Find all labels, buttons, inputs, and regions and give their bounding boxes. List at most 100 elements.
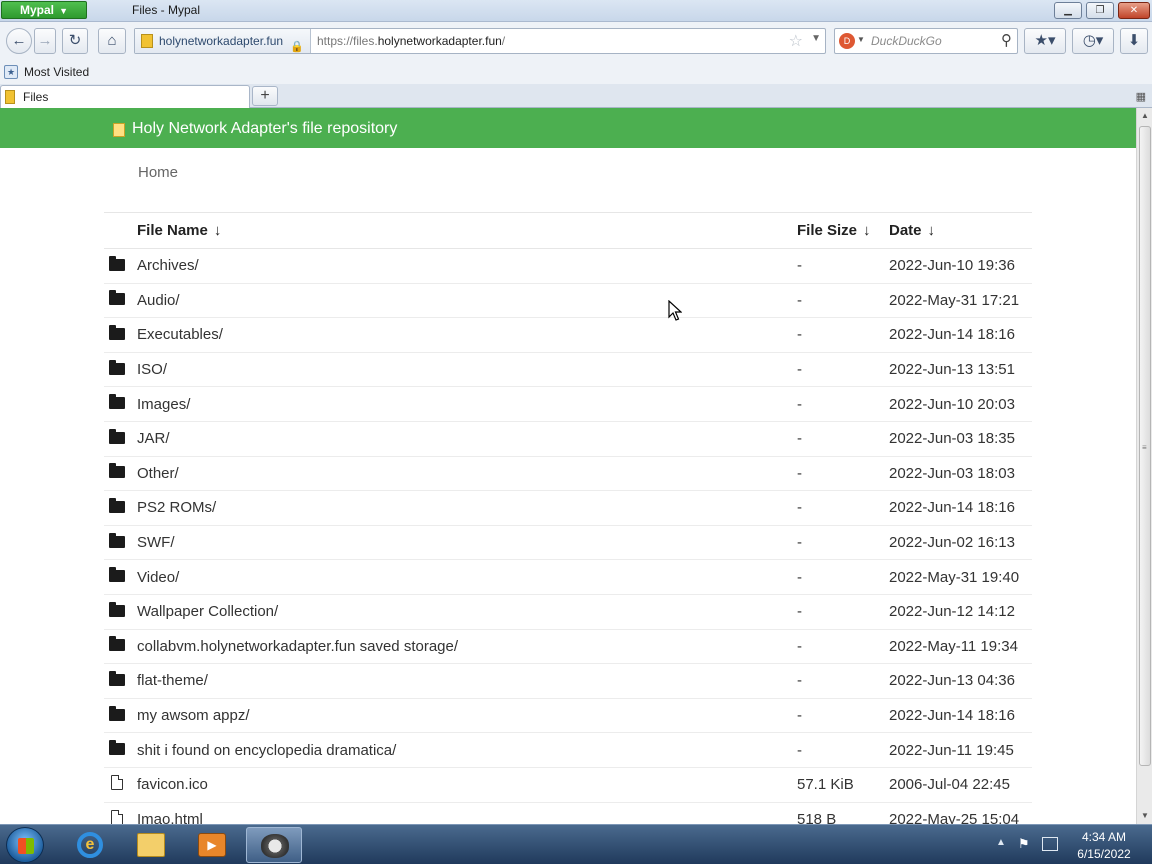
file-name-link[interactable]: favicon.ico — [137, 767, 797, 803]
table-row[interactable]: Other/-2022-Jun-03 18:03 — [104, 456, 1032, 492]
table-row[interactable]: Video/-2022-May-31 19:40 — [104, 559, 1032, 595]
home-button[interactable]: ⌂ — [98, 28, 126, 54]
bookmark-most-visited[interactable]: ★ Most Visited — [4, 64, 89, 80]
windows-logo-icon — [18, 838, 34, 854]
start-button[interactable] — [6, 827, 44, 863]
file-date: 2022-Jun-03 18:03 — [889, 456, 1032, 492]
file-name-link[interactable]: Wallpaper Collection/ — [137, 594, 797, 630]
file-name-link[interactable]: Video/ — [137, 559, 797, 595]
file-size: - — [797, 698, 889, 734]
file-name-link[interactable]: Executables/ — [137, 317, 797, 353]
taskbar-internet-explorer[interactable]: e — [62, 827, 118, 863]
reload-button[interactable]: ↻ — [62, 28, 88, 54]
scroll-up-arrow-icon[interactable]: ▲ — [1137, 108, 1152, 124]
file-name-link[interactable]: Imao.html — [137, 802, 797, 824]
site-identity-button[interactable]: holynetworkadapter.fun 🔒 — [135, 29, 311, 53]
folder-icon — [109, 705, 125, 721]
file-size: - — [797, 559, 889, 595]
sort-by-date-header[interactable]: Date ↓ — [889, 212, 1032, 249]
table-row[interactable]: JAR/-2022-Jun-03 18:35 — [104, 421, 1032, 457]
sort-by-name-header[interactable]: File Name ↓ — [137, 212, 797, 249]
sort-by-size-header[interactable]: File Size ↓ — [797, 212, 889, 249]
tab-list-icon[interactable]: ▦ — [1136, 90, 1146, 103]
table-row[interactable]: flat-theme/-2022-Jun-13 04:36 — [104, 663, 1032, 699]
file-size: - — [797, 352, 889, 388]
sort-arrow-icon: ↓ — [863, 222, 871, 239]
history-button[interactable]: ◷▾ — [1072, 28, 1114, 54]
new-tab-button[interactable]: + — [252, 86, 278, 106]
file-name-link[interactable]: ISO/ — [137, 352, 797, 388]
file-name-link[interactable]: collabvm.holynetworkadapter.fun saved st… — [137, 629, 797, 665]
table-row[interactable]: Images/-2022-Jun-10 20:03 — [104, 386, 1032, 422]
row-icon-cell — [104, 767, 137, 803]
vertical-scrollbar[interactable]: ▲ ≡ ▼ — [1136, 108, 1152, 824]
file-date: 2022-Jun-11 19:45 — [889, 732, 1032, 768]
folder-icon — [109, 255, 125, 271]
bookmarks-menu-button[interactable]: ★▾ — [1024, 28, 1066, 54]
plus-icon: + — [260, 87, 270, 104]
table-row[interactable]: Archives/-2022-Jun-10 19:36 — [104, 248, 1032, 284]
downloads-button[interactable]: ⬇ — [1120, 28, 1148, 54]
network-icon[interactable] — [1042, 837, 1058, 851]
table-row[interactable]: Audio/-2022-May-31 17:21 — [104, 283, 1032, 319]
url-text[interactable]: https://files.holynetworkadapter.fun/ — [317, 29, 505, 53]
file-name-link[interactable]: flat-theme/ — [137, 663, 797, 699]
row-icon-cell — [104, 663, 137, 699]
bookmark-star-icon[interactable]: ☆ — [789, 31, 803, 51]
file-name-link[interactable]: Archives/ — [137, 248, 797, 284]
tab-files[interactable]: Files — [0, 85, 250, 108]
taskbar-windows-explorer[interactable] — [123, 827, 179, 863]
file-name-link[interactable]: SWF/ — [137, 525, 797, 561]
file-date: 2006-Jul-04 22:45 — [889, 767, 1032, 803]
file-name-link[interactable]: shit i found on encyclopedia dramatica/ — [137, 732, 797, 768]
back-button[interactable]: ← — [6, 28, 32, 54]
table-row[interactable]: SWF/-2022-Jun-02 16:13 — [104, 525, 1032, 561]
table-row[interactable]: ISO/-2022-Jun-13 13:51 — [104, 352, 1032, 388]
table-row[interactable]: PS2 ROMs/-2022-Jun-14 18:16 — [104, 490, 1032, 526]
action-center-flag-icon[interactable]: ⚑ — [1018, 836, 1032, 852]
table-row[interactable]: Executables/-2022-Jun-14 18:16 — [104, 317, 1032, 353]
url-history-dropdown-icon[interactable]: ▼ — [811, 33, 821, 44]
maximize-button[interactable]: ❐ — [1086, 2, 1114, 19]
breadcrumb-home[interactable]: Home — [138, 164, 178, 181]
scroll-down-arrow-icon[interactable]: ▼ — [1137, 808, 1152, 824]
file-name-link[interactable]: JAR/ — [137, 421, 797, 457]
show-hidden-icons-icon[interactable]: ▲ — [996, 837, 1006, 848]
file-size: - — [797, 490, 889, 526]
taskbar-media-player[interactable]: ▶ — [184, 827, 240, 863]
table-row[interactable]: Imao.html 518 B 2022-May-25 15:04 — [104, 802, 1032, 824]
most-visited-label: Most Visited — [24, 65, 90, 79]
search-engine-dropdown-icon[interactable]: ▼ — [857, 35, 865, 44]
row-icon-cell — [104, 525, 137, 561]
search-icon[interactable]: ⚲ — [1001, 31, 1012, 49]
file-size: 518 B — [797, 802, 889, 824]
table-row[interactable]: collabvm.holynetworkadapter.fun saved st… — [104, 629, 1032, 665]
search-bar[interactable]: D ▼ DuckDuckGo ⚲ — [834, 28, 1018, 54]
file-name-link[interactable]: Audio/ — [137, 283, 797, 319]
clock-time[interactable]: 4:34 AM — [1064, 830, 1144, 844]
forward-button[interactable]: → — [34, 28, 56, 54]
folder-icon — [109, 670, 125, 686]
url-bar[interactable]: holynetworkadapter.fun 🔒 https://files.h… — [134, 28, 826, 54]
file-name-link[interactable]: Other/ — [137, 456, 797, 492]
table-row[interactable]: my awsom appz/-2022-Jun-14 18:16 — [104, 698, 1032, 734]
file-name-link[interactable]: PS2 ROMs/ — [137, 490, 797, 526]
file-name-link[interactable]: Images/ — [137, 386, 797, 422]
table-row[interactable]: Wallpaper Collection/-2022-Jun-12 14:12 — [104, 594, 1032, 630]
minimize-button[interactable]: ▁ — [1054, 2, 1082, 19]
clock-date[interactable]: 6/15/2022 — [1064, 847, 1144, 861]
site-title[interactable]: Holy Network Adapter's file repository — [132, 120, 397, 138]
close-button[interactable]: ✕ — [1118, 2, 1150, 19]
taskbar-mypal[interactable] — [246, 827, 302, 863]
scroll-thumb[interactable]: ≡ — [1139, 126, 1151, 766]
table-row[interactable]: favicon.ico 57.1 KiB 2006-Jul-04 22:45 — [104, 767, 1032, 803]
duckduckgo-icon[interactable]: D — [839, 33, 855, 49]
file-name-link[interactable]: my awsom appz/ — [137, 698, 797, 734]
table-row[interactable]: shit i found on encyclopedia dramatica/-… — [104, 732, 1032, 768]
header-name-label: File Name — [137, 222, 208, 239]
file-size: - — [797, 283, 889, 319]
row-icon-cell — [104, 421, 137, 457]
search-input[interactable]: DuckDuckGo — [871, 29, 942, 53]
app-menu-button[interactable]: Mypal ▼ — [1, 1, 87, 19]
file-date: 2022-May-25 15:04 — [889, 802, 1032, 824]
